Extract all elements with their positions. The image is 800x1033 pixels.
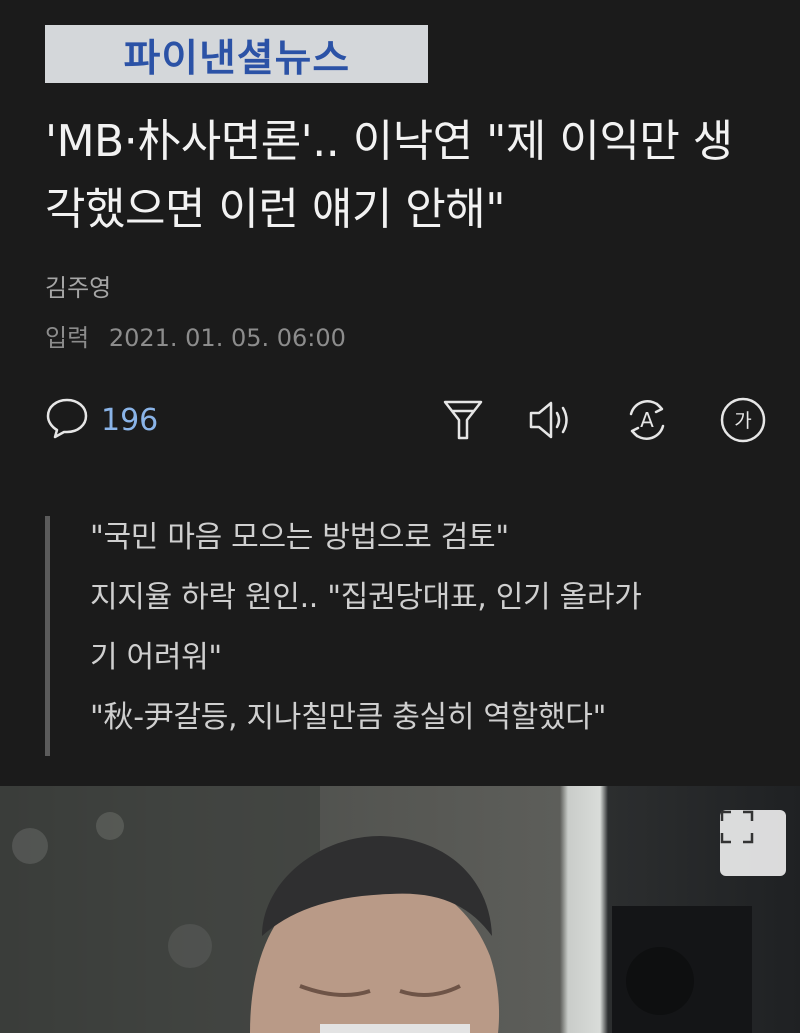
- author-name[interactable]: 김주영: [45, 268, 111, 303]
- summary-line: 기 어려워": [90, 640, 222, 675]
- article-page: 파이낸셜뉴스 'MB·朴사면론'.. 이낙연 "제 이익만 생각했으면 이런 얘…: [0, 0, 800, 1033]
- filter-icon[interactable]: [439, 396, 487, 444]
- comment-button[interactable]: 196: [45, 394, 158, 446]
- summary-line: "국민 마음 모으는 방법으로 검토": [90, 520, 509, 555]
- logo-text: 파이낸셜뉴스: [123, 35, 350, 80]
- font-size-icon[interactable]: 가: [719, 396, 767, 444]
- translate-glyph: A: [640, 408, 654, 432]
- date-value: 2021. 01. 05. 06:00: [108, 324, 346, 352]
- font-size-glyph: 가: [734, 410, 751, 432]
- article-photo[interactable]: [0, 786, 800, 1033]
- article-summary: "국민 마음 모으는 방법으로 검토" 지지율 하락 원인.. "집권당대표, …: [45, 516, 745, 756]
- publisher-logo[interactable]: 파이낸셜뉴스: [45, 25, 428, 83]
- publish-date: 입력 2021. 01. 05. 06:00: [45, 318, 346, 353]
- photo-illustration: [0, 786, 752, 1033]
- date-label: 입력: [45, 324, 90, 352]
- article-toolbar: 196 A 가: [45, 394, 767, 446]
- article-headline: 'MB·朴사면론'.. 이낙연 "제 이익만 생각했으면 이런 얘기 안해": [45, 116, 733, 235]
- speaker-icon[interactable]: [527, 396, 575, 444]
- translate-icon[interactable]: A: [623, 396, 671, 444]
- comment-count: 196: [101, 402, 159, 438]
- summary-line: 지지율 하락 원인.. "집권당대표, 인기 올라가: [90, 580, 642, 615]
- speech-bubble-icon: [45, 397, 89, 443]
- summary-line: "秋-尹갈등, 지나칠만큼 충실히 역할했다": [90, 700, 607, 735]
- expand-photo-button[interactable]: [720, 810, 786, 876]
